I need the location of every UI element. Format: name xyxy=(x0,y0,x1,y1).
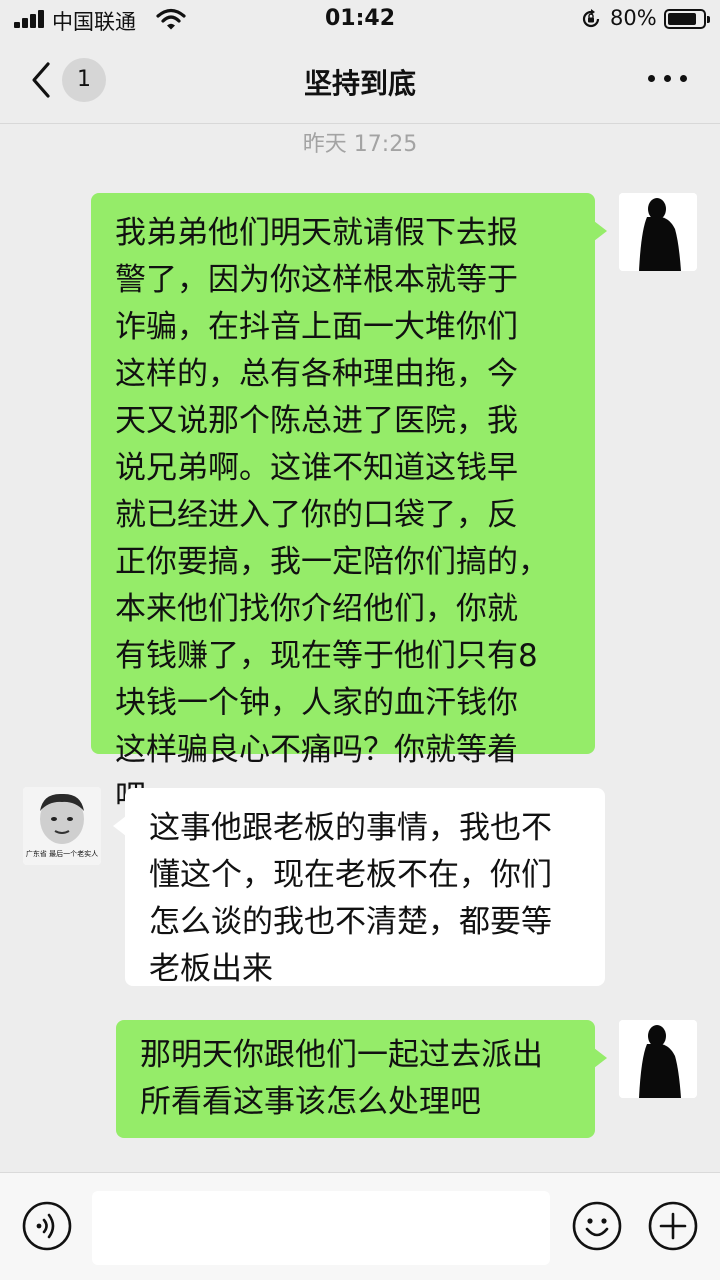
status-bar: 中国联通 01:42 80% xyxy=(0,0,720,40)
chat-screen: 中国联通 01:42 80% 1 坚持到底 昨天 17:25 我弟弟他们明天就请… xyxy=(0,0,720,1280)
chat-title: 坚持到底 xyxy=(303,67,416,100)
message-timestamp: 昨天 17:25 xyxy=(302,132,418,157)
sent-message-bubble[interactable]: 那明天你跟他们一起过去派出 所看看这事该怎么处理吧 xyxy=(116,1020,607,1138)
contact-avatar[interactable]: 广东省 最后一个老实人 xyxy=(23,787,101,865)
my-avatar[interactable] xyxy=(619,193,697,271)
battery-fill xyxy=(668,13,696,25)
battery-percent: 80% xyxy=(610,6,657,30)
received-message-bubble[interactable]: 这事他跟老板的事情，我也不 懂这个，现在老板不在，你们 怎么谈的我也不清楚，都要… xyxy=(113,788,605,987)
silhouette-icon xyxy=(619,1020,697,1098)
my-avatar[interactable] xyxy=(619,1020,697,1098)
more-dots-icon[interactable] xyxy=(648,70,688,86)
rotation-lock-icon xyxy=(582,9,600,28)
input-bar xyxy=(0,1172,720,1280)
plus-icon[interactable] xyxy=(648,1201,698,1251)
emoji-icon[interactable] xyxy=(572,1201,622,1251)
voice-icon[interactable] xyxy=(22,1201,72,1251)
battery-icon xyxy=(664,9,710,29)
nav-bar: 1 坚持到底 xyxy=(0,40,720,124)
avatar-caption: 广东省 最后一个老实人 xyxy=(25,850,99,858)
message-input[interactable] xyxy=(92,1191,550,1265)
silhouette-icon xyxy=(619,193,697,271)
sent-message-bubble[interactable]: 我弟弟他们明天就请假下去报 警了，因为你这样根本就等于 诈骗，在抖音上面一大堆你… xyxy=(91,193,607,815)
